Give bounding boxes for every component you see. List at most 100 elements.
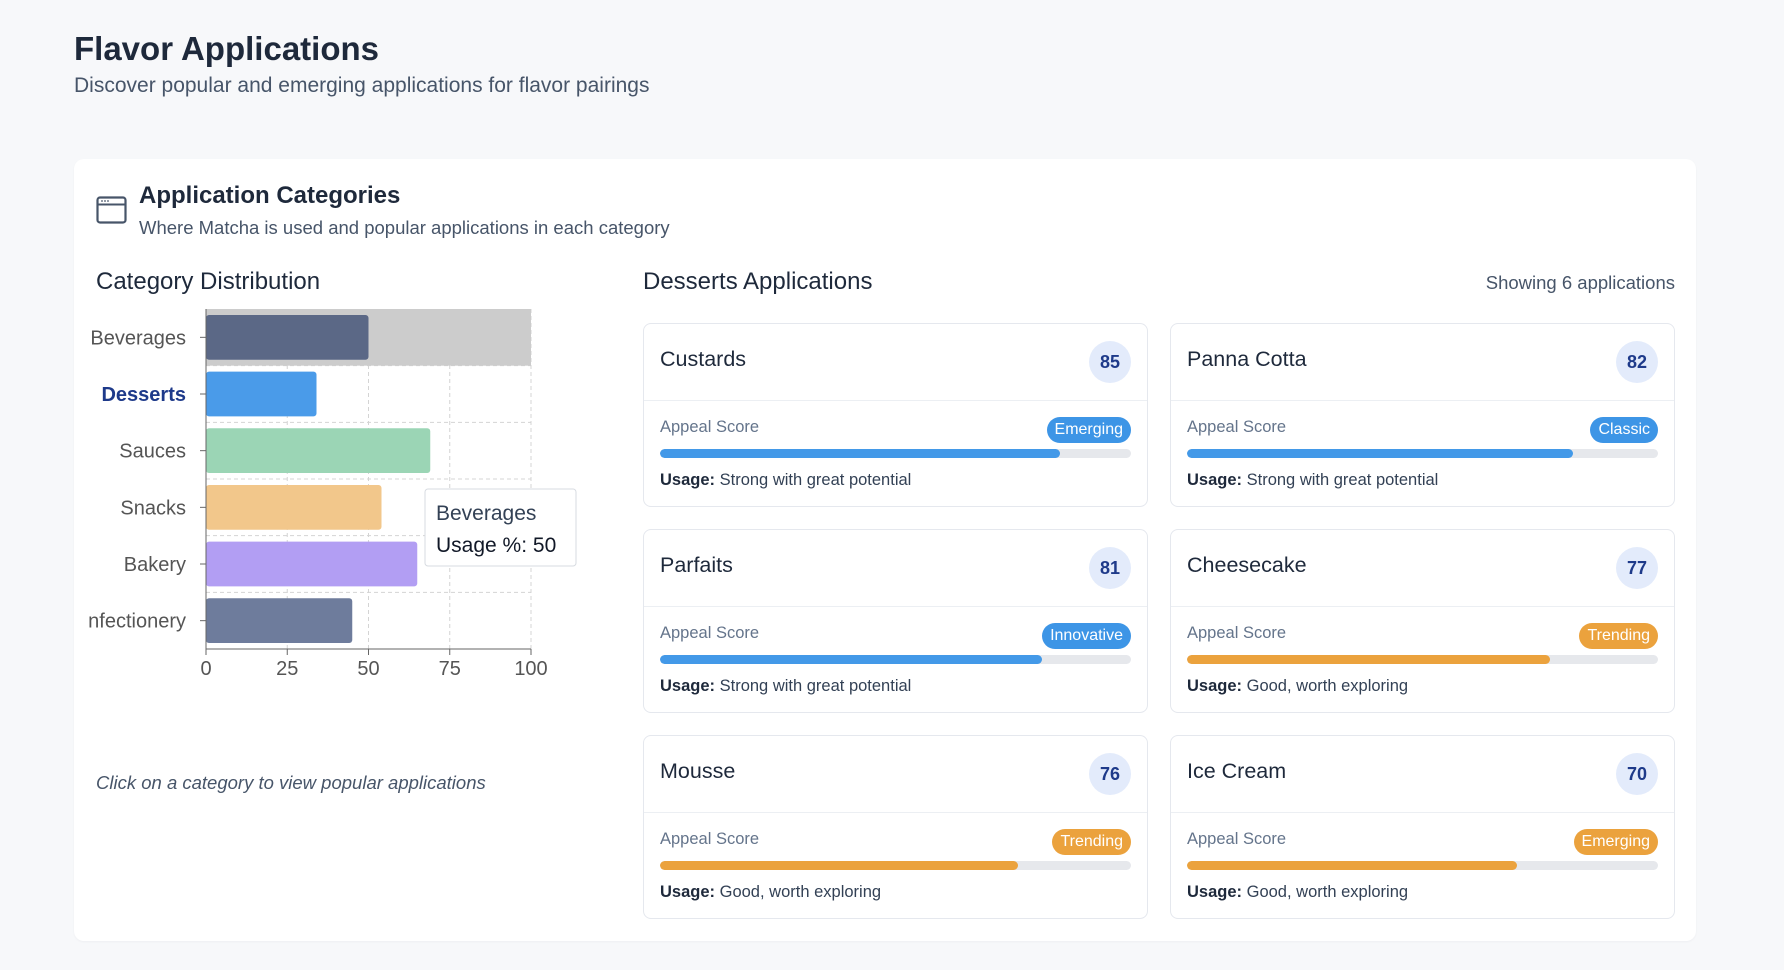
usage-line: Usage: Good, worth exploring: [1187, 883, 1408, 902]
usage-prefix: Usage:: [660, 471, 716, 489]
appeal-bar: [1187, 861, 1658, 870]
usage-line: Usage: Strong with great potential: [1187, 471, 1438, 490]
tooltip-value: Usage %: 50: [436, 534, 556, 557]
app-card[interactable]: Cheesecake 77 Appeal Score Trending Usag…: [1170, 529, 1675, 713]
applications-count: Showing 6 applications: [1485, 272, 1675, 293]
bar: [206, 598, 353, 644]
app-name: Cheesecake: [1187, 553, 1307, 577]
app-name: Parfaits: [660, 553, 733, 577]
x-tick-label: 100: [514, 658, 547, 680]
page-subtitle: Discover popular and emerging applicatio…: [74, 74, 650, 97]
usage-text: Strong with great potential: [719, 471, 912, 489]
app-score-badge: 76: [1089, 753, 1131, 795]
distribution-title: Category Distribution: [96, 268, 321, 295]
usage-prefix: Usage:: [1187, 883, 1243, 901]
category-label: Snacks: [120, 497, 186, 519]
usage-prefix: Usage:: [660, 883, 716, 901]
usage-prefix: Usage:: [660, 677, 716, 695]
app-tag: Classic: [1590, 417, 1658, 443]
bar: [206, 314, 369, 360]
app-tag: Emerging: [1573, 829, 1658, 855]
appeal-score-label: Appeal Score: [660, 830, 760, 848]
x-tick-label: 75: [439, 658, 461, 680]
usage-prefix: Usage:: [1187, 677, 1243, 695]
applications-grid: Custards 85 Appeal Score Emerging Usage:…: [643, 323, 1675, 923]
appeal-bar-fill: [1187, 449, 1574, 458]
x-tick-label: 0: [200, 658, 211, 680]
app-name: Ice Cream: [1187, 759, 1287, 783]
appeal-bar: [660, 655, 1131, 664]
applications-title: Desserts Applications: [643, 268, 873, 295]
bar: [206, 484, 382, 530]
bar: [206, 428, 431, 474]
appeal-score-label: Appeal Score: [660, 418, 760, 436]
divider: [1171, 812, 1674, 813]
app-card[interactable]: Parfaits 81 Appeal Score Innovative Usag…: [643, 529, 1148, 713]
tooltip-title: Beverages: [436, 502, 536, 525]
app-card[interactable]: Custards 85 Appeal Score Emerging Usage:…: [643, 323, 1148, 507]
app-score-badge: 81: [1089, 547, 1131, 589]
appeal-bar-fill: [1187, 655, 1550, 664]
app-score-badge: 77: [1616, 547, 1658, 589]
app-card[interactable]: Ice Cream 70 Appeal Score Emerging Usage…: [1170, 735, 1675, 919]
browser-window-icon: [96, 196, 127, 224]
usage-text: Strong with great potential: [1246, 471, 1439, 489]
appeal-score-label: Appeal Score: [1187, 624, 1287, 642]
app-card[interactable]: Mousse 76 Appeal Score Trending Usage: G…: [643, 735, 1148, 919]
usage-line: Usage: Good, worth exploring: [660, 883, 881, 902]
app-name: Custards: [660, 347, 747, 371]
appeal-score-label: Appeal Score: [660, 624, 760, 642]
appeal-score-label: Appeal Score: [1187, 418, 1287, 436]
usage-line: Usage: Strong with great potential: [660, 471, 911, 490]
usage-prefix: Usage:: [1187, 471, 1243, 489]
appeal-bar-fill: [660, 449, 1061, 458]
category-label: Sauces: [119, 441, 186, 463]
tooltip-series-label: Usage %: [436, 534, 521, 557]
app-tag: Innovative: [1042, 623, 1131, 649]
app-score-badge: 82: [1616, 341, 1658, 383]
appeal-bar: [660, 861, 1131, 870]
appeal-bar: [1187, 655, 1658, 664]
bar: [206, 371, 317, 417]
card-title: Application Categories: [139, 182, 401, 209]
application-categories-card: Application Categories Where Matcha is u…: [74, 159, 1696, 941]
appeal-bar: [1187, 449, 1658, 458]
appeal-bar-fill: [660, 861, 1018, 870]
app-tag: Trending: [1052, 829, 1131, 855]
chart-tooltip: Beverages Usage %: 50: [424, 488, 577, 567]
app-score-badge: 85: [1089, 341, 1131, 383]
divider: [1171, 606, 1674, 607]
category-distribution-chart: Beverages Desserts Sauces Snacks Bakery nfect…: [88, 309, 577, 680]
appeal-bar-fill: [1187, 861, 1517, 870]
appeal-bar-fill: [660, 655, 1042, 664]
x-tick-label: 25: [276, 658, 298, 680]
category-label: nfectionery: [88, 611, 186, 633]
app-tag: Emerging: [1046, 417, 1131, 443]
appeal-bar: [660, 449, 1131, 458]
divider: [644, 606, 1147, 607]
tooltip-separator: :: [521, 534, 533, 557]
x-tick-label: 50: [357, 658, 379, 680]
usage-text: Strong with great potential: [719, 677, 912, 695]
app-name: Panna Cotta: [1187, 347, 1307, 371]
divider: [644, 812, 1147, 813]
card-subtitle: Where Matcha is used and popular applica…: [139, 217, 670, 238]
category-label: Bakery: [124, 554, 186, 576]
usage-line: Usage: Good, worth exploring: [1187, 677, 1408, 696]
app-card[interactable]: Panna Cotta 82 Appeal Score Classic Usag…: [1170, 323, 1675, 507]
usage-text: Good, worth exploring: [1246, 677, 1409, 695]
divider: [1171, 400, 1674, 401]
tooltip-number: 50: [533, 534, 556, 557]
page-title: Flavor Applications: [74, 30, 379, 67]
bar: [206, 541, 418, 587]
usage-line: Usage: Strong with great potential: [660, 677, 911, 696]
usage-text: Good, worth exploring: [719, 883, 882, 901]
chart-hint: Click on a category to view popular appl…: [96, 772, 486, 793]
app-score-badge: 70: [1616, 753, 1658, 795]
app-tag: Trending: [1579, 623, 1658, 649]
divider: [644, 400, 1147, 401]
category-label: Desserts: [101, 384, 186, 406]
category-label: Beverages: [90, 327, 186, 349]
usage-text: Good, worth exploring: [1246, 883, 1409, 901]
app-name: Mousse: [660, 759, 736, 783]
